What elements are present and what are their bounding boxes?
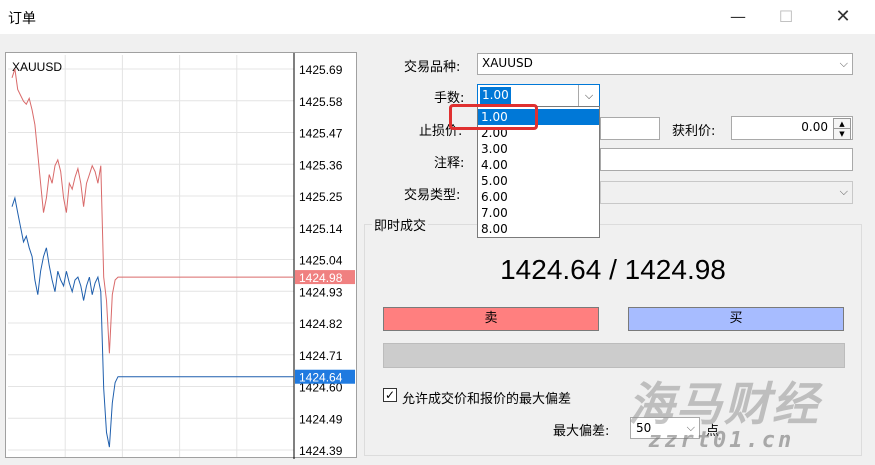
bid-price-tag: 1424.64 bbox=[299, 371, 343, 385]
price-axis-label: 1424.93 bbox=[299, 285, 343, 299]
price-axis-label: 1425.04 bbox=[299, 254, 343, 268]
price-axis-label: 1424.82 bbox=[299, 317, 343, 331]
takeprofit-stepper[interactable]: 0.00 ▲ ▼ bbox=[731, 116, 853, 140]
price-axis-label: 1425.25 bbox=[299, 190, 343, 204]
lots-option[interactable]: 5.00 bbox=[478, 173, 599, 189]
watermark-url: zzrt01.cn bbox=[648, 428, 795, 453]
symbol-select[interactable]: XAUUSD ⌵ bbox=[477, 53, 853, 75]
highlight-annotation bbox=[449, 104, 538, 130]
title-bar: 订单 — ☐ ✕ bbox=[0, 0, 875, 34]
order-type-select[interactable]: ⌵ bbox=[600, 181, 853, 204]
ask-price-tag: 1424.98 bbox=[299, 271, 343, 285]
symbol-value: XAUUSD bbox=[482, 56, 533, 70]
takeprofit-value: 0.00 bbox=[801, 120, 828, 134]
tick-chart-svg: 1425.69 1425.58 1425.47 1425.36 1425.25 1425.… bbox=[8, 53, 355, 459]
price-axis-label: 1425.47 bbox=[299, 127, 343, 141]
chevron-down-icon: ⌵ bbox=[839, 57, 848, 70]
lots-option[interactable]: 7.00 bbox=[478, 205, 599, 221]
window-title: 订单 bbox=[8, 11, 36, 27]
ask-line bbox=[11, 68, 294, 354]
takeprofit-label: 获利价: bbox=[672, 124, 716, 139]
allow-deviation-label: 允许成交价和报价的最大偏差 bbox=[402, 392, 572, 407]
minimize-icon[interactable]: — bbox=[715, 3, 761, 31]
bid-ask-price: 1424.64 / 1424.98 bbox=[500, 254, 726, 285]
order-type-label: 交易类型: bbox=[404, 188, 461, 203]
lots-option[interactable]: 6.00 bbox=[478, 189, 599, 205]
buy-button[interactable]: 买 bbox=[628, 307, 844, 331]
sell-button[interactable]: 卖 bbox=[383, 307, 599, 331]
price-axis-label: 1425.58 bbox=[299, 95, 343, 109]
close-icon[interactable]: ✕ bbox=[820, 3, 866, 31]
price-axis-label: 1425.69 bbox=[299, 63, 343, 77]
comment-input[interactable] bbox=[600, 148, 853, 171]
price-axis-label: 1425.14 bbox=[299, 222, 343, 236]
spin-down-icon[interactable]: ▼ bbox=[833, 128, 851, 140]
price-axis-label: 1425.36 bbox=[299, 158, 343, 172]
chevron-down-icon[interactable]: ⌵ bbox=[578, 85, 599, 106]
chevron-down-icon: ⌵ bbox=[839, 185, 848, 198]
maximize-icon[interactable]: ☐ bbox=[763, 3, 809, 31]
stoploss-input[interactable] bbox=[600, 117, 660, 140]
price-axis-label: 1424.39 bbox=[299, 444, 343, 458]
comment-label: 注释: bbox=[434, 156, 465, 171]
watermark-logo: 海马财经 zzrt01.cn bbox=[628, 368, 875, 465]
price-axis-label: 1424.71 bbox=[299, 349, 343, 363]
status-bar bbox=[383, 343, 845, 368]
chart-symbol: XAUUSD bbox=[12, 60, 62, 74]
watermark-main: 海马财经 bbox=[628, 377, 820, 431]
lots-option[interactable]: 8.00 bbox=[478, 221, 599, 237]
max-deviation-label: 最大偏差: bbox=[553, 424, 610, 439]
price-axis-label: 1424.49 bbox=[299, 412, 343, 426]
tick-chart: 1425.69 1425.58 1425.47 1425.36 1425.25 1425.… bbox=[5, 52, 357, 459]
symbol-label: 交易品种: bbox=[404, 60, 461, 75]
allow-deviation-checkbox[interactable]: ✓ bbox=[383, 388, 397, 402]
lots-value: 1.00 bbox=[480, 87, 511, 104]
lots-option[interactable]: 4.00 bbox=[478, 157, 599, 173]
group-title: 即时成交 bbox=[372, 215, 429, 234]
lots-option[interactable]: 3.00 bbox=[478, 141, 599, 157]
